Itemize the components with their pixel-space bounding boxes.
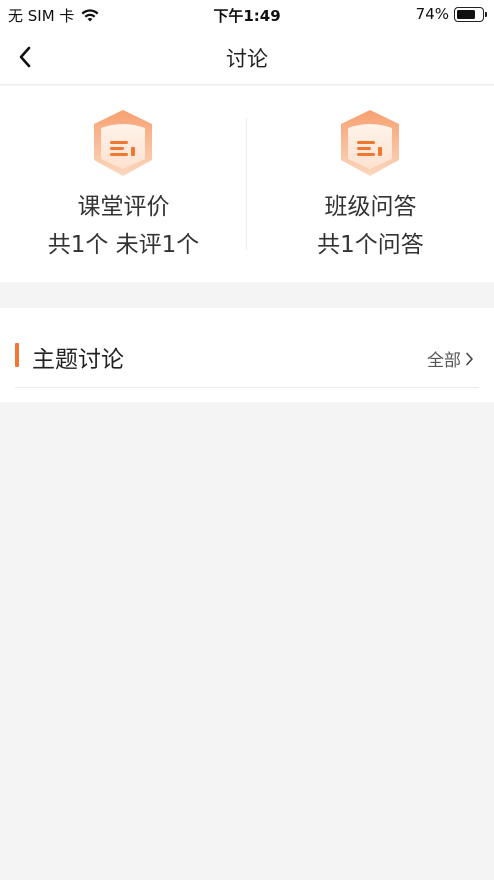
battery-percent: 74% (415, 5, 449, 23)
section-accent-bar (15, 343, 19, 367)
divider (15, 387, 479, 388)
card-subtitle: 共1个问答 (317, 232, 424, 258)
section-title: 主题讨论 (32, 347, 124, 373)
card-class-qa[interactable]: 班级问答 共1个问答 (247, 86, 494, 282)
card-title: 班级问答 (324, 194, 417, 220)
view-all-label: 全部 (427, 351, 461, 371)
status-right: 74% (415, 5, 487, 23)
status-bar: 无 SIM 卡 下午1:49 74% (0, 0, 494, 30)
card-title: 课堂评价 (77, 194, 170, 220)
card-subtitle: 共1个 未评1个 (47, 232, 200, 258)
view-all-button[interactable]: 全部 (427, 346, 474, 371)
summary-cards: 课堂评价 共1个 未评1个 班级问答 共1个问答 (0, 86, 494, 282)
evaluation-box-icon (94, 110, 152, 176)
chevron-right-icon (466, 352, 473, 365)
qa-box-icon (341, 110, 399, 176)
page-title: 讨论 (226, 47, 268, 71)
battery-icon (454, 6, 487, 22)
topic-section: 主题讨论 全部 (0, 308, 494, 402)
nav-bar: 讨论 (0, 30, 494, 85)
battery-level (457, 9, 475, 19)
card-class-evaluation[interactable]: 课堂评价 共1个 未评1个 (0, 86, 247, 282)
